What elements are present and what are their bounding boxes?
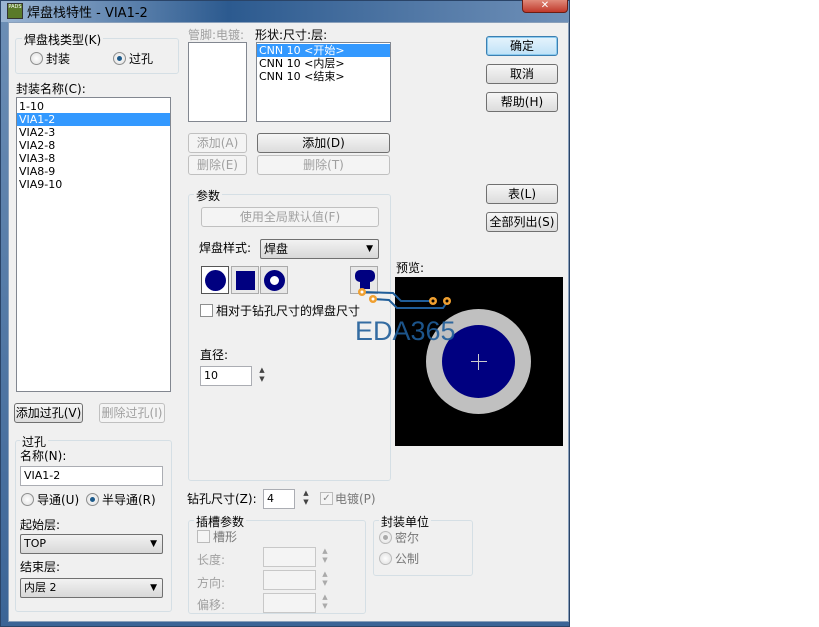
- svg-text:EDA365: EDA365: [355, 316, 456, 345]
- round-shape-button[interactable]: [201, 266, 229, 294]
- square-pad-icon: [236, 271, 255, 290]
- list-item[interactable]: VIA3-8: [17, 152, 170, 165]
- add-via-button[interactable]: 添加过孔(V): [14, 403, 83, 423]
- table-button[interactable]: 表(L): [486, 184, 558, 204]
- pins-list[interactable]: [188, 42, 247, 122]
- diameter-input[interactable]: 10: [200, 366, 252, 386]
- list-item[interactable]: CNN 10 <内层>: [257, 57, 390, 70]
- units-label: 封装单位: [379, 513, 432, 530]
- shapes-delete-button[interactable]: 删除(T): [257, 155, 390, 175]
- list-item[interactable]: VIA2-8: [17, 139, 170, 152]
- drill-size-label: 钻孔尺寸(Z):: [187, 492, 257, 506]
- length-spinner[interactable]: ▲ ▼: [320, 547, 330, 567]
- shapes-label: 形状:尺寸:层:: [255, 28, 328, 42]
- dialog-window: PADS 焊盘栈特性 - VIA1-2 ✕ 焊盘栈类型(K) 封装 过孔 封装名…: [0, 0, 570, 627]
- padstack-type-label: 焊盘栈类型(K): [22, 31, 104, 48]
- package-names-list[interactable]: 1-10 VIA1-2 VIA2-3 VIA2-8 VIA3-8 VIA8-9 VIA9-1…: [16, 97, 171, 392]
- length-label: 长度:: [197, 553, 226, 567]
- via-name-input[interactable]: VIA1-2: [20, 466, 163, 486]
- offset-label: 偏移:: [197, 598, 226, 612]
- ok-button[interactable]: 确定: [486, 36, 558, 56]
- drill-size-spinner[interactable]: ▲ ▼: [301, 489, 311, 509]
- pad-style-label: 焊盘样式:: [199, 241, 252, 255]
- radio-metric-label: 公制: [395, 552, 420, 566]
- relative-size-checkbox[interactable]: [200, 304, 213, 317]
- annular-pad-icon: [264, 270, 285, 291]
- dialog-client: 焊盘栈类型(K) 封装 过孔 封装名称(C): 1-10 VIA1-2 VIA2-3…: [8, 22, 569, 622]
- diameter-spinner[interactable]: ▲ ▼: [257, 366, 267, 386]
- shapes-add-button[interactable]: 添加(D): [257, 133, 390, 153]
- window-title: 焊盘栈特性 - VIA1-2: [27, 6, 148, 21]
- list-item[interactable]: VIA1-2: [17, 113, 170, 126]
- orientation-input[interactable]: [263, 570, 316, 590]
- crosshair-icon: [471, 361, 487, 362]
- pins-label: 管脚:电镀:: [188, 28, 245, 42]
- pad-style-value: 焊盘: [264, 242, 289, 256]
- preview-label: 预览:: [396, 261, 425, 275]
- eda365-watermark: EDA365: [355, 288, 456, 345]
- title-bar[interactable]: PADS 焊盘栈特性 - VIA1-2 ✕: [1, 0, 569, 22]
- orientation-label: 方向:: [197, 576, 226, 590]
- cancel-button[interactable]: 取消: [486, 64, 558, 84]
- square-shape-button[interactable]: [231, 266, 259, 294]
- radio-via-label: 过孔: [129, 52, 154, 66]
- list-all-button[interactable]: 全部列出(S): [486, 212, 558, 232]
- list-item[interactable]: VIA9-10: [17, 178, 170, 191]
- pins-delete-button[interactable]: 删除(E): [188, 155, 247, 175]
- offset-spinner[interactable]: ▲ ▼: [320, 593, 330, 613]
- end-layer-select[interactable]: 内层 2 ▼: [20, 578, 163, 598]
- radio-package[interactable]: [30, 52, 43, 65]
- list-item[interactable]: CNN 10 <结束>: [257, 70, 390, 83]
- drill-size-input[interactable]: 4: [263, 489, 295, 509]
- close-button[interactable]: ✕: [522, 0, 568, 13]
- pins-add-button[interactable]: 添加(A): [188, 133, 247, 153]
- orientation-spinner[interactable]: ▲ ▼: [320, 570, 330, 590]
- length-input[interactable]: [263, 547, 316, 567]
- annular-shape-button[interactable]: [260, 266, 288, 294]
- start-layer-label: 起始层:: [20, 518, 61, 532]
- radio-mil[interactable]: [379, 531, 392, 544]
- delete-via-button[interactable]: 删除过孔(I): [99, 403, 165, 423]
- radio-metric[interactable]: [379, 552, 392, 565]
- list-item[interactable]: VIA8-9: [17, 165, 170, 178]
- via-name-label: 名称(N):: [20, 449, 67, 463]
- offset-input[interactable]: [263, 593, 316, 613]
- plated-label: 电镀(P): [335, 492, 376, 506]
- slotted-checkbox[interactable]: [197, 530, 210, 543]
- list-item[interactable]: 1-10: [17, 100, 170, 113]
- list-item[interactable]: VIA2-3: [17, 126, 170, 139]
- plated-checkbox[interactable]: ✓: [320, 492, 333, 505]
- radio-package-label: 封装: [46, 52, 71, 66]
- diameter-label: 直径:: [200, 348, 229, 362]
- relative-size-label: 相对于钻孔尺寸的焊盘尺寸: [216, 304, 361, 318]
- start-layer-select[interactable]: TOP ▼: [20, 534, 163, 554]
- app-icon: PADS: [7, 3, 23, 19]
- radio-through[interactable]: [21, 493, 34, 506]
- list-item[interactable]: CNN 10 <开始>: [257, 44, 390, 57]
- radio-through-label: 导通(U): [37, 493, 80, 507]
- crosshair-vertical: [478, 354, 479, 370]
- end-layer-value: 内层 2: [24, 581, 57, 594]
- pad-style-select[interactable]: 焊盘 ▼: [260, 239, 379, 259]
- radio-partial[interactable]: [86, 493, 99, 506]
- package-names-label: 封装名称(C):: [16, 82, 86, 96]
- chevron-down-icon: ▼: [150, 583, 157, 593]
- slotted-label: 槽形: [213, 530, 238, 544]
- round-pad-icon: [205, 270, 226, 291]
- start-layer-value: TOP: [24, 537, 47, 550]
- radio-mil-label: 密尔: [395, 531, 420, 545]
- shapes-list[interactable]: CNN 10 <开始> CNN 10 <内层> CNN 10 <结束>: [256, 42, 391, 122]
- radio-partial-label: 半导通(R): [102, 493, 156, 507]
- use-global-default-button[interactable]: 使用全局默认值(F): [201, 207, 379, 227]
- chevron-down-icon: ▼: [150, 539, 157, 549]
- end-layer-label: 结束层:: [20, 560, 61, 574]
- radio-via[interactable]: [113, 52, 126, 65]
- chevron-down-icon: ▼: [366, 244, 373, 254]
- params-label: 参数: [194, 187, 223, 204]
- help-button[interactable]: 帮助(H): [486, 92, 558, 112]
